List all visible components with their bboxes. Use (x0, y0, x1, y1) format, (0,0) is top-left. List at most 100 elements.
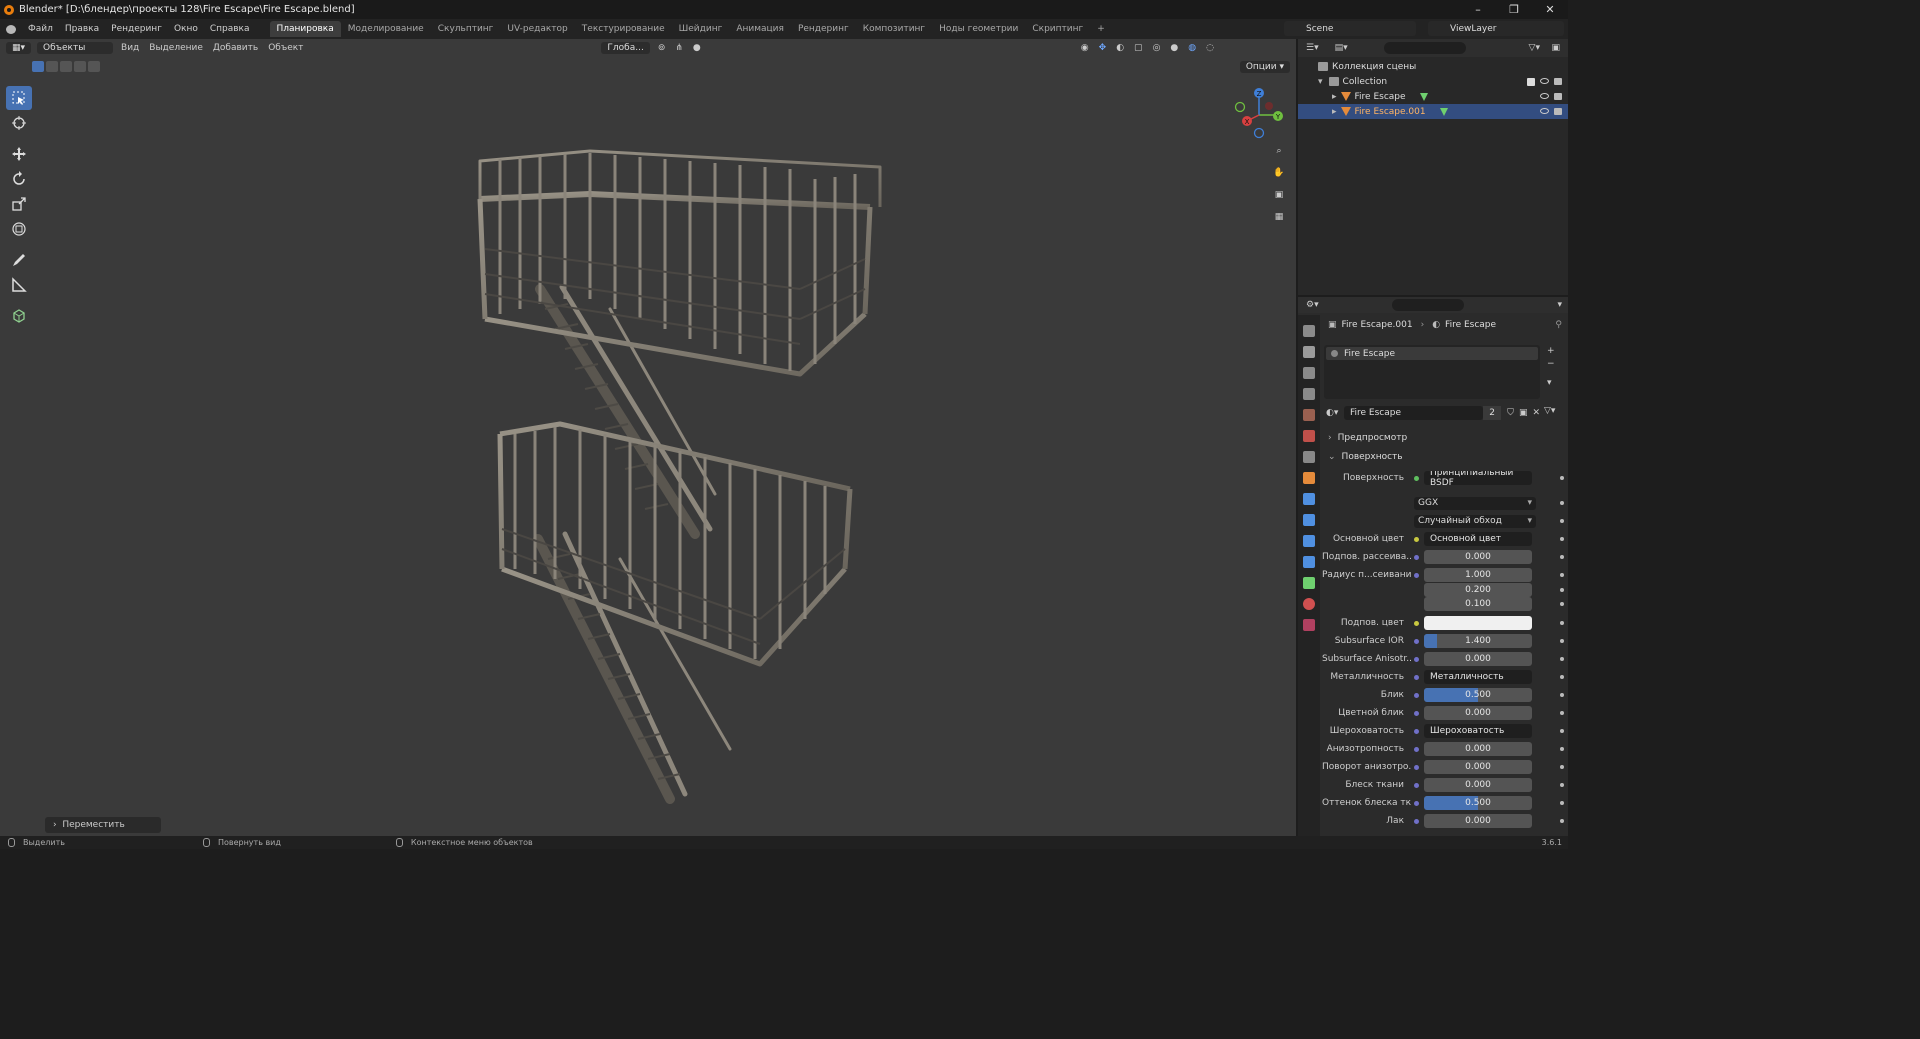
transform-tool[interactable] (6, 217, 32, 241)
socket-icon[interactable] (1414, 475, 1419, 481)
keyframe-dot-icon[interactable] (1560, 783, 1564, 787)
camera-view-icon[interactable]: ▣ (1271, 187, 1287, 203)
select-new-icon[interactable] (32, 61, 44, 72)
socket-icon[interactable] (1414, 692, 1419, 698)
property-number-field[interactable]: 0.000 (1424, 778, 1532, 792)
options-dropdown[interactable]: Опции ▾ (1239, 61, 1290, 73)
tab-modeling[interactable]: Моделирование (341, 21, 431, 37)
keyframe-dot-icon[interactable] (1560, 711, 1564, 715)
keyframe-dot-icon[interactable] (1560, 573, 1564, 577)
property-number-field[interactable]: 0.500 (1424, 688, 1532, 702)
node-tree-icon[interactable]: ▽▾ (1544, 406, 1555, 416)
shading-material-icon[interactable]: ◍ (1183, 43, 1201, 53)
keyframe-dot-icon[interactable] (1560, 501, 1564, 505)
property-link-field[interactable]: Принципиальный BSDF (1424, 471, 1532, 485)
property-number-field[interactable]: 0.000 (1424, 706, 1532, 720)
outliner-editor-icon[interactable]: ☰▾ (1306, 43, 1319, 53)
menu-object[interactable]: Объект (263, 43, 308, 53)
pin-icon[interactable]: ⚲ (1555, 320, 1562, 330)
modifier-tab-icon[interactable] (1303, 493, 1315, 505)
object-expand-icon[interactable]: ▸ (1332, 107, 1337, 117)
scene-tab-icon[interactable] (1303, 409, 1315, 421)
object-visibility-icon[interactable] (1540, 108, 1549, 114)
keyframe-dot-icon[interactable] (1560, 801, 1564, 805)
pivot-icon[interactable]: ⊚ (653, 43, 671, 53)
select-extend-icon[interactable] (46, 61, 58, 72)
property-link-field[interactable]: Металличность (1424, 670, 1532, 684)
collection-render-icon[interactable] (1554, 77, 1562, 85)
property-number-field[interactable]: 1.400 (1424, 634, 1532, 648)
property-number-field[interactable]: 0.500 (1424, 796, 1532, 810)
view-layer-tab-icon[interactable] (1303, 388, 1315, 400)
property-number-field[interactable]: 0.000 (1424, 742, 1532, 756)
collection-row[interactable]: ▾ Collection (1298, 74, 1568, 89)
mode-selector[interactable]: Объекты (37, 42, 114, 54)
outliner-item-fire-escape-001[interactable]: ▸ Fire Escape.001 (1298, 104, 1568, 119)
tab-compositing[interactable]: Композитинг (856, 21, 932, 37)
remove-slot-button[interactable]: − (1547, 358, 1555, 371)
keyframe-dot-icon[interactable] (1560, 519, 1564, 523)
tab-animation[interactable]: Анимация (729, 21, 791, 37)
scale-tool[interactable] (6, 192, 32, 216)
socket-icon[interactable] (1414, 764, 1419, 770)
maximize-button[interactable]: ❐ (1496, 0, 1532, 19)
color-swatch-field[interactable] (1424, 616, 1532, 630)
keyframe-dot-icon[interactable] (1560, 537, 1564, 541)
properties-editor-icon[interactable]: ⚙▾ (1306, 300, 1319, 310)
socket-icon[interactable] (1414, 728, 1419, 734)
keyframe-dot-icon[interactable] (1560, 639, 1564, 643)
socket-icon[interactable] (1414, 638, 1419, 644)
socket-icon[interactable] (1414, 782, 1419, 788)
shading-rendered-icon[interactable]: ◌ (1201, 43, 1219, 53)
data-tab-icon[interactable] (1303, 577, 1315, 589)
pan-hand-icon[interactable]: ✋ (1271, 165, 1287, 181)
select-box-tool[interactable] (6, 86, 32, 110)
render-tab-icon[interactable] (1303, 346, 1315, 358)
socket-icon[interactable] (1414, 620, 1419, 626)
socket-icon[interactable] (1414, 818, 1419, 824)
menu-add[interactable]: Добавить (208, 43, 263, 53)
add-cube-tool[interactable] (6, 304, 32, 328)
select-subtract-icon[interactable] (60, 61, 72, 72)
property-link-field[interactable]: Основной цвет (1424, 532, 1532, 546)
navigation-gizmo[interactable]: Y Z X (1232, 83, 1292, 143)
rotate-tool[interactable] (6, 167, 32, 191)
particles-tab-icon[interactable] (1303, 514, 1315, 526)
keyframe-dot-icon[interactable] (1560, 765, 1564, 769)
property-link-field[interactable]: Шероховатость (1424, 724, 1532, 738)
close-button[interactable]: ✕ (1532, 0, 1568, 19)
keyframe-dot-icon[interactable] (1560, 657, 1564, 661)
last-operator-panel[interactable]: › Переместить (45, 817, 161, 833)
object-expand-icon[interactable]: ▸ (1332, 92, 1337, 102)
collection-visibility-icon[interactable] (1540, 77, 1549, 84)
outliner-search-input[interactable] (1384, 42, 1466, 54)
tab-sculpting[interactable]: Скульптинг (431, 21, 501, 37)
property-number-field[interactable]: 0.000 (1424, 652, 1532, 666)
measure-tool[interactable] (6, 273, 32, 297)
tab-geometry-nodes[interactable]: Ноды геометрии (932, 21, 1025, 37)
tab-uv-editing[interactable]: UV-редактор (500, 21, 574, 37)
browse-material-icon[interactable]: ◐▾ (1326, 408, 1338, 418)
keyframe-dot-icon[interactable] (1560, 693, 1564, 697)
property-number-field[interactable]: 1.000 (1424, 568, 1532, 582)
object-render-icon[interactable] (1554, 108, 1562, 115)
property-number-field[interactable]: 0.100 (1424, 597, 1532, 611)
collection-exclude-checkbox[interactable] (1527, 77, 1535, 86)
keyframe-dot-icon[interactable] (1560, 588, 1564, 592)
move-tool[interactable] (6, 142, 32, 166)
socket-icon[interactable] (1414, 656, 1419, 662)
property-dropdown[interactable]: GGX (1414, 496, 1536, 510)
output-tab-icon[interactable] (1303, 367, 1315, 379)
socket-icon[interactable] (1414, 674, 1419, 680)
menu-render[interactable]: Рендеринг (105, 24, 168, 34)
fake-user-icon[interactable]: ⛉ (1507, 408, 1514, 418)
duplicate-material-icon[interactable]: ▣ (1519, 408, 1528, 418)
add-workspace-button[interactable]: + (1090, 21, 1112, 37)
select-invert-icon[interactable] (74, 61, 86, 72)
cursor-tool[interactable] (6, 111, 32, 135)
property-number-field[interactable]: 0.000 (1424, 814, 1532, 828)
menu-file[interactable]: Файл (22, 24, 59, 34)
outliner-filter-icon[interactable]: ▽▾ (1529, 43, 1540, 53)
object-tab-icon[interactable] (1303, 472, 1315, 484)
keyframe-dot-icon[interactable] (1560, 819, 1564, 823)
